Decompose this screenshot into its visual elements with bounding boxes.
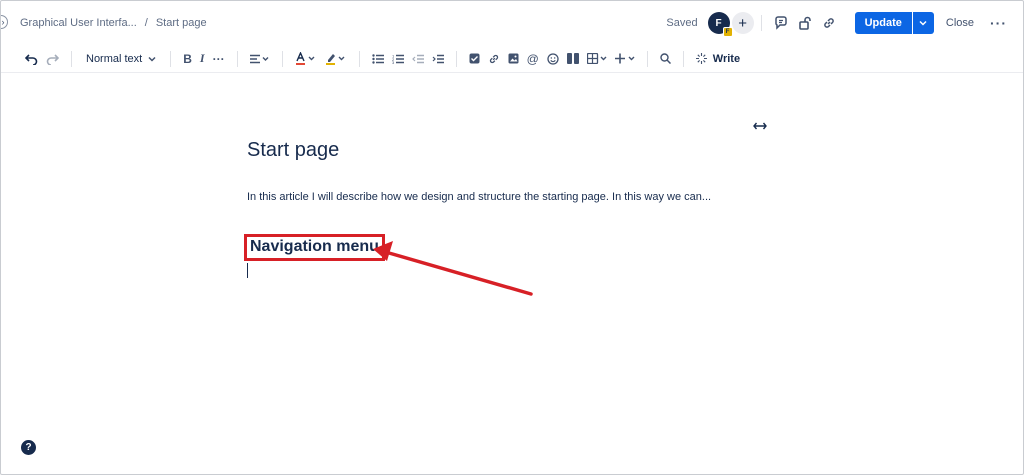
toolbar-divider	[455, 50, 457, 67]
help-icon[interactable]: ?	[21, 440, 36, 455]
insert-plus-icon[interactable]	[611, 48, 639, 70]
editor-window: › Graphical User Interfa... / Start page…	[0, 0, 1024, 475]
toolbar-divider	[281, 50, 283, 67]
text-style-label: Normal text	[86, 52, 143, 65]
top-header: › Graphical User Interfa... / Start page…	[1, 1, 1023, 45]
alignment-icon[interactable]	[246, 48, 274, 70]
update-group: Update	[854, 12, 934, 34]
toolbar-divider	[170, 50, 172, 67]
restriction-lock-icon[interactable]	[794, 12, 816, 34]
link-icon[interactable]	[484, 48, 504, 70]
ai-sparkle-icon	[695, 53, 707, 64]
copy-link-icon[interactable]	[818, 12, 840, 34]
page-title[interactable]: Start page	[247, 139, 339, 162]
svg-text:3: 3	[392, 60, 395, 64]
saved-status: Saved	[666, 17, 698, 29]
mention-icon[interactable]: @	[523, 48, 543, 70]
outdent-icon[interactable]	[408, 48, 428, 70]
toolbar-divider	[682, 50, 684, 67]
close-button[interactable]: Close	[946, 17, 974, 29]
sidebar-expand-icon[interactable]: ›	[1, 15, 8, 29]
text-cursor	[247, 263, 248, 278]
more-actions-button[interactable]: ···	[990, 15, 1007, 31]
invite-button[interactable]: +	[731, 12, 754, 34]
bold-button[interactable]: B	[179, 48, 196, 70]
layouts-icon[interactable]	[563, 48, 583, 70]
text-style-dropdown[interactable]: Normal text	[80, 48, 162, 70]
toolbar-divider	[646, 50, 648, 67]
bullet-list-icon[interactable]	[368, 48, 388, 70]
header-divider	[760, 15, 762, 31]
action-item-checkbox-icon[interactable]	[465, 48, 484, 70]
indent-icon[interactable]	[428, 48, 448, 70]
avatar-badge: F	[722, 27, 733, 37]
update-button[interactable]: Update	[854, 12, 912, 34]
ai-write-button[interactable]: Write	[692, 48, 744, 70]
header-actions: Saved F F + Update Close ···	[666, 10, 1007, 37]
find-replace-search-icon[interactable]	[656, 48, 675, 70]
toolbar-divider	[236, 50, 238, 67]
body-paragraph[interactable]: In this article I will describe how we d…	[247, 191, 711, 203]
chevron-down-icon	[148, 56, 156, 62]
redo-icon[interactable]	[42, 48, 63, 70]
breadcrumb-item-page[interactable]: Start page	[156, 17, 207, 29]
breadcrumb-item-space[interactable]: Graphical User Interfa...	[20, 17, 137, 29]
navigation-menu-heading[interactable]: Navigation menu	[244, 234, 385, 261]
expand-width-icon[interactable]	[753, 119, 767, 133]
breadcrumb: Graphical User Interfa... / Start page	[20, 17, 207, 29]
undo-icon[interactable]	[21, 48, 42, 70]
image-icon[interactable]	[504, 48, 523, 70]
toolbar-divider	[358, 50, 360, 67]
text-color-icon[interactable]	[291, 48, 321, 70]
write-label: Write	[712, 52, 741, 65]
editor-toolbar: Normal text B I ··· 123 @ Write	[1, 45, 1023, 73]
update-options-chevron-down-icon[interactable]	[911, 12, 934, 34]
comment-icon[interactable]	[770, 12, 792, 34]
avatar-initial: F	[715, 17, 722, 29]
highlight-color-icon[interactable]	[321, 48, 351, 70]
table-icon[interactable]	[583, 48, 611, 70]
numbered-list-icon[interactable]: 123	[388, 48, 408, 70]
avatar[interactable]: F F	[707, 12, 733, 37]
italic-button[interactable]: I	[196, 48, 209, 70]
more-formatting-button[interactable]: ···	[209, 48, 229, 70]
emoji-icon[interactable]	[543, 48, 563, 70]
breadcrumb-separator: /	[144, 17, 148, 29]
toolbar-divider	[71, 50, 72, 67]
